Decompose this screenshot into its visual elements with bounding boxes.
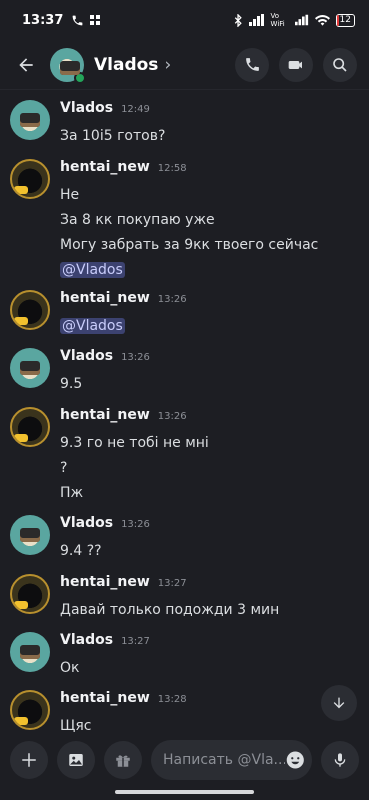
avatar[interactable] [10, 632, 50, 672]
author-name[interactable]: hentai_new [60, 159, 150, 175]
message-input-wrapper[interactable] [151, 740, 312, 780]
message-text: За 8 кк покупаю уже [60, 212, 215, 228]
scroll-to-bottom-button[interactable] [321, 685, 357, 721]
timestamp: 13:26 [157, 294, 187, 305]
grid-status-icon [90, 15, 101, 25]
signal-icon [248, 14, 264, 26]
author-name[interactable]: Vlados [60, 632, 113, 648]
author-name[interactable]: hentai_new [60, 574, 150, 590]
phone-status-icon [73, 15, 83, 25]
signal-icon-2 [294, 14, 308, 26]
chevron-right-icon: › [164, 54, 172, 75]
message-text: За 10і5 готов? [60, 128, 166, 144]
emoji-icon[interactable] [285, 748, 306, 772]
message-text: 9.4 ?? [60, 543, 102, 559]
timestamp: 13:28 [157, 694, 187, 705]
message-text: Ок [60, 660, 80, 676]
header-avatar[interactable] [50, 47, 86, 84]
message-input[interactable] [163, 752, 286, 768]
message-group[interactable]: hentai_new 13:28 Щяс [10, 690, 360, 732]
message-group[interactable]: hentai_new 13:26 9.3 го не тобі не мні ? … [10, 407, 360, 504]
message-composer [0, 735, 369, 785]
online-status-dot [74, 71, 86, 84]
battery-indicator: 12 [335, 13, 355, 27]
author-name[interactable]: Vlados [60, 348, 113, 364]
message-group[interactable]: hentai_new 13:27 Давай только подожди 3 м… [10, 574, 360, 621]
message-group[interactable]: Vlados 13:27 Ок [10, 632, 360, 679]
avatar[interactable] [10, 290, 50, 330]
message-group[interactable]: hentai_new 12:58 Не За 8 кк покупаю уже М… [10, 159, 360, 281]
author-name[interactable]: hentai_new [60, 407, 150, 423]
author-name[interactable]: Vlados [60, 515, 113, 531]
back-button[interactable] [12, 51, 40, 79]
search-button[interactable] [323, 47, 357, 82]
message-text: ? [60, 460, 68, 476]
timestamp: 13:26 [121, 352, 150, 363]
message-group[interactable]: hentai_new 13:26 @Vlados [10, 290, 360, 337]
chat-title[interactable]: Vlados › [94, 55, 171, 75]
gift-button[interactable] [104, 741, 142, 779]
arrow-left-icon [19, 57, 33, 72]
search-icon [333, 57, 347, 72]
timestamp: 13:26 [157, 411, 187, 422]
avatar[interactable] [10, 100, 50, 140]
chat-title-name: Vlados [94, 54, 159, 75]
avatar[interactable] [10, 407, 50, 447]
voice-message-button[interactable] [321, 741, 359, 779]
chat-header: Vlados › [0, 40, 369, 90]
message-text: Не [60, 187, 80, 203]
gallery-button[interactable] [57, 741, 95, 779]
message-text: Могу забрать за 9кк твоего сейчас [60, 237, 319, 253]
message-group[interactable]: Vlados 13:26 9.5 [10, 348, 360, 395]
image-icon [69, 754, 83, 766]
author-name[interactable]: hentai_new [60, 290, 150, 306]
message-list[interactable]: Vlados 12:49 За 10і5 готов? hentai_new 12:… [0, 92, 369, 732]
avatar[interactable] [10, 159, 50, 199]
timestamp: 12:49 [121, 104, 150, 115]
timestamp: 13:27 [157, 578, 187, 589]
timestamp: 13:27 [121, 636, 150, 647]
video-camera-icon [288, 60, 302, 69]
video-call-button[interactable] [279, 47, 313, 82]
vowifi-label: Vo WiFi [270, 12, 285, 28]
author-name[interactable]: Vlados [60, 100, 113, 116]
phone-icon [245, 58, 259, 71]
timestamp: 12:58 [157, 163, 187, 174]
status-bar: 13:37 Vo WiFi 12 [0, 0, 369, 40]
plus-icon [22, 753, 36, 767]
gift-icon [116, 755, 130, 767]
avatar[interactable] [10, 574, 50, 614]
avatar[interactable] [10, 690, 50, 730]
message-text: 9.3 го не тобі не мні [60, 435, 209, 451]
message-text: 9.5 [60, 376, 83, 392]
status-time: 13:37 [22, 12, 64, 28]
message-text: Щяс [60, 718, 92, 732]
call-button[interactable] [235, 47, 269, 82]
timestamp: 13:26 [121, 519, 150, 530]
avatar[interactable] [10, 348, 50, 388]
add-button[interactable] [10, 741, 48, 779]
user-mention[interactable]: @Vlados [60, 262, 125, 278]
message-group[interactable]: Vlados 13:26 9.4 ?? [10, 515, 360, 562]
message-group[interactable]: Vlados 12:49 За 10і5 готов? [10, 100, 360, 147]
message-text: Давай только подожди 3 мин [60, 602, 280, 618]
bluetooth-icon [234, 13, 242, 27]
wifi-icon [314, 15, 330, 26]
message-text: Пж [60, 485, 84, 501]
microphone-icon [334, 753, 346, 767]
arrow-down-icon [333, 697, 345, 709]
avatar[interactable] [10, 515, 50, 555]
home-indicator[interactable] [115, 790, 254, 794]
author-name[interactable]: hentai_new [60, 690, 150, 706]
user-mention[interactable]: @Vlados [60, 318, 125, 334]
